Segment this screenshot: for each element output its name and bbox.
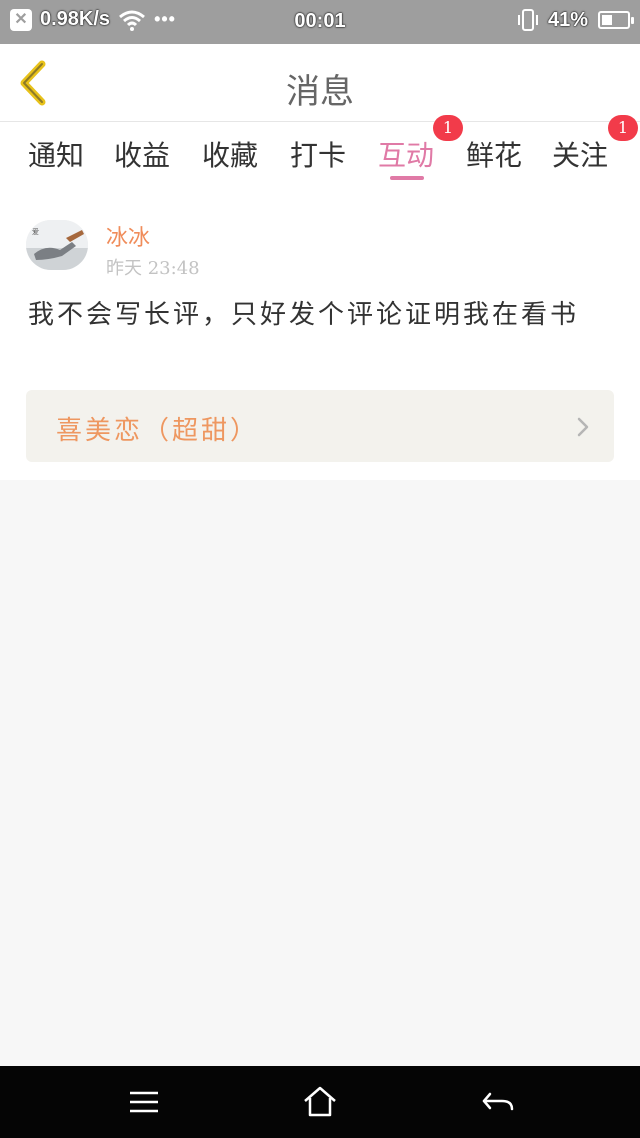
return-icon [482,1092,514,1111]
wifi-icon [119,10,146,31]
svg-text:爱: 爱 [32,228,39,236]
avatar-image: 爱 [26,220,88,270]
menu-icon [130,1091,158,1113]
timestamp: 昨天 23:48 [106,258,200,279]
network-speed: 0.98K/s [40,8,111,30]
tab-earnings[interactable]: 收益 [114,134,170,174]
tab-flowers[interactable]: 鲜花 [466,134,522,174]
page-title: 消息 [286,72,354,112]
interactions-badge: 1 [433,115,463,141]
chevron-right-icon [577,417,589,437]
status-bar: ✕ 0.98K/s ••• 00:01 41% [0,0,640,44]
book-link[interactable]: 喜美恋（超甜） [26,390,614,462]
following-badge: 1 [608,115,638,141]
status-bar-left: ✕ 0.98K/s ••• [10,8,176,31]
menu-button[interactable] [124,1084,164,1120]
return-button[interactable] [478,1084,518,1120]
username[interactable]: 冰冰 [106,220,150,252]
tab-notifications[interactable]: 通知 [28,134,84,174]
home-icon [304,1086,336,1117]
tab-favorites[interactable]: 收藏 [202,134,258,174]
message-item: 爱 冰冰 昨天 23:48 我不会写长评，只好发个评论证明我在看书 喜美恋（超甜… [0,184,640,480]
tab-following[interactable]: 关注 [552,134,608,174]
book-title: 喜美恋（超甜） [56,416,260,446]
status-bar-right: 41% [517,8,634,32]
header: 消息 [0,44,640,122]
close-icon: ✕ [10,8,32,31]
more-icon: ••• [154,9,176,29]
battery-level [602,15,612,25]
tab-checkin[interactable]: 打卡 [290,134,346,174]
message-content: 我不会写长评，只好发个评论证明我在看书 [28,300,580,330]
tab-bar: 通知 收益 收藏 打卡 互动 鲜花 关注 [0,122,640,184]
system-nav-bar [0,1066,640,1138]
avatar[interactable]: 爱 [26,220,88,270]
active-tab-indicator [390,176,424,180]
battery-percent: 41% [547,8,588,31]
tab-interactions[interactable]: 互动 [378,134,434,174]
home-button[interactable] [300,1084,340,1120]
battery-icon [598,11,634,29]
vibrate-icon [517,9,538,31]
